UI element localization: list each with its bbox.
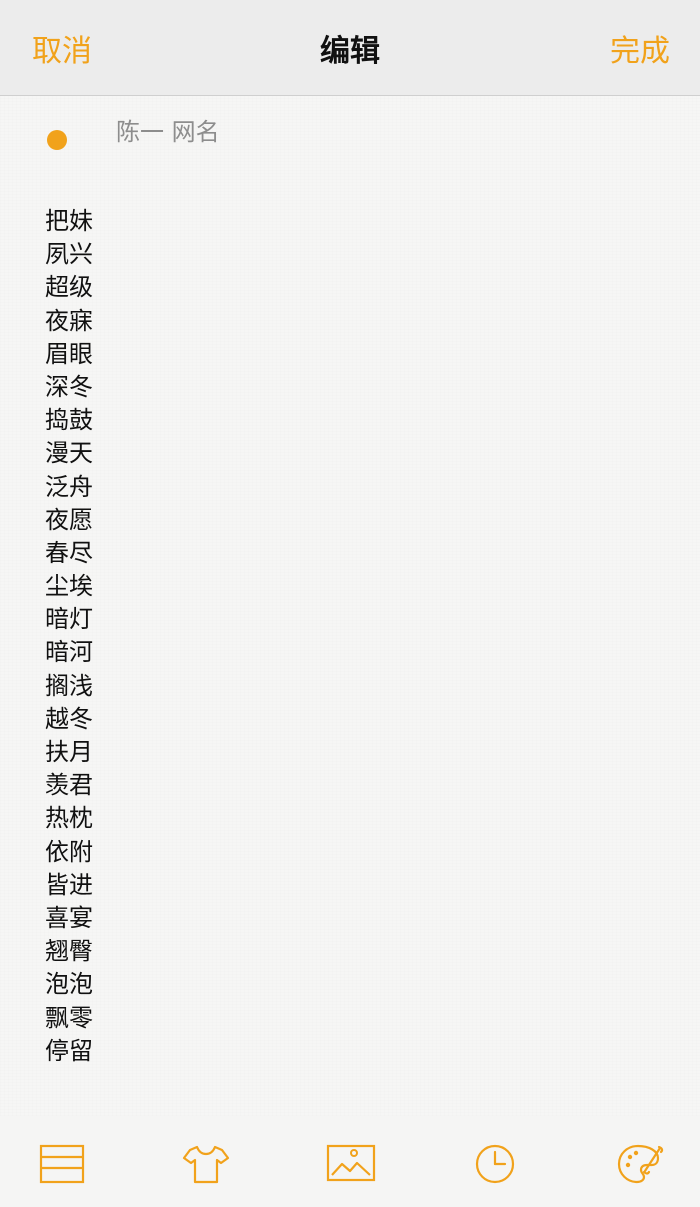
note-line: 超级 bbox=[45, 273, 93, 302]
note-line: 扶月 bbox=[45, 738, 93, 766]
note-line: 热枕 bbox=[45, 804, 93, 833]
shirt-icon[interactable] bbox=[179, 1140, 233, 1188]
note-line: 依附 bbox=[45, 837, 93, 866]
note-line: 把妹 bbox=[45, 207, 93, 235]
note-line: 泛舟 bbox=[45, 472, 93, 501]
note-line: 飘零 bbox=[45, 1003, 93, 1032]
note-meta-text: 陈一 网名 bbox=[116, 118, 220, 146]
note-line: 暗灯 bbox=[45, 605, 93, 634]
note-body[interactable]: 把妹 夙兴 超级 夜寐 眉眼 深冬 捣鼓 漫天 泛舟 夜愿 春尽 尘埃 暗灯 暗… bbox=[45, 205, 225, 1068]
palette-icon[interactable] bbox=[612, 1140, 666, 1188]
note-line: 翘臀 bbox=[45, 937, 93, 966]
note-line: 喜宴 bbox=[45, 903, 93, 932]
done-button[interactable]: 完成 bbox=[610, 30, 670, 74]
note-line: 夙兴 bbox=[45, 240, 93, 269]
note-line: 搁浅 bbox=[45, 671, 93, 700]
note-line: 皆进 bbox=[45, 870, 93, 899]
clock-icon[interactable] bbox=[468, 1140, 522, 1188]
note-line: 羡君 bbox=[45, 771, 93, 800]
note-line: 停留 bbox=[45, 1036, 93, 1065]
bottom-toolbar bbox=[0, 1116, 700, 1207]
note-line: 越冬 bbox=[45, 704, 93, 733]
note-line: 捣鼓 bbox=[45, 406, 93, 435]
image-icon[interactable] bbox=[324, 1140, 378, 1188]
note-color-dot bbox=[47, 130, 67, 150]
page-title: 编辑 bbox=[320, 34, 380, 69]
note-line: 暗河 bbox=[45, 638, 93, 667]
note-line: 春尽 bbox=[45, 538, 93, 567]
note-line: 夜愿 bbox=[45, 505, 93, 534]
top-navigation-bar: 取消 编辑 完成 bbox=[0, 0, 700, 96]
note-line: 眉眼 bbox=[45, 339, 93, 368]
note-line: 泡泡 bbox=[45, 970, 93, 999]
note-line: 尘埃 bbox=[45, 572, 93, 601]
note-line: 深冬 bbox=[45, 372, 93, 401]
note-line: 漫天 bbox=[45, 439, 93, 468]
list-icon[interactable] bbox=[35, 1140, 89, 1188]
note-line: 夜寐 bbox=[45, 306, 93, 335]
